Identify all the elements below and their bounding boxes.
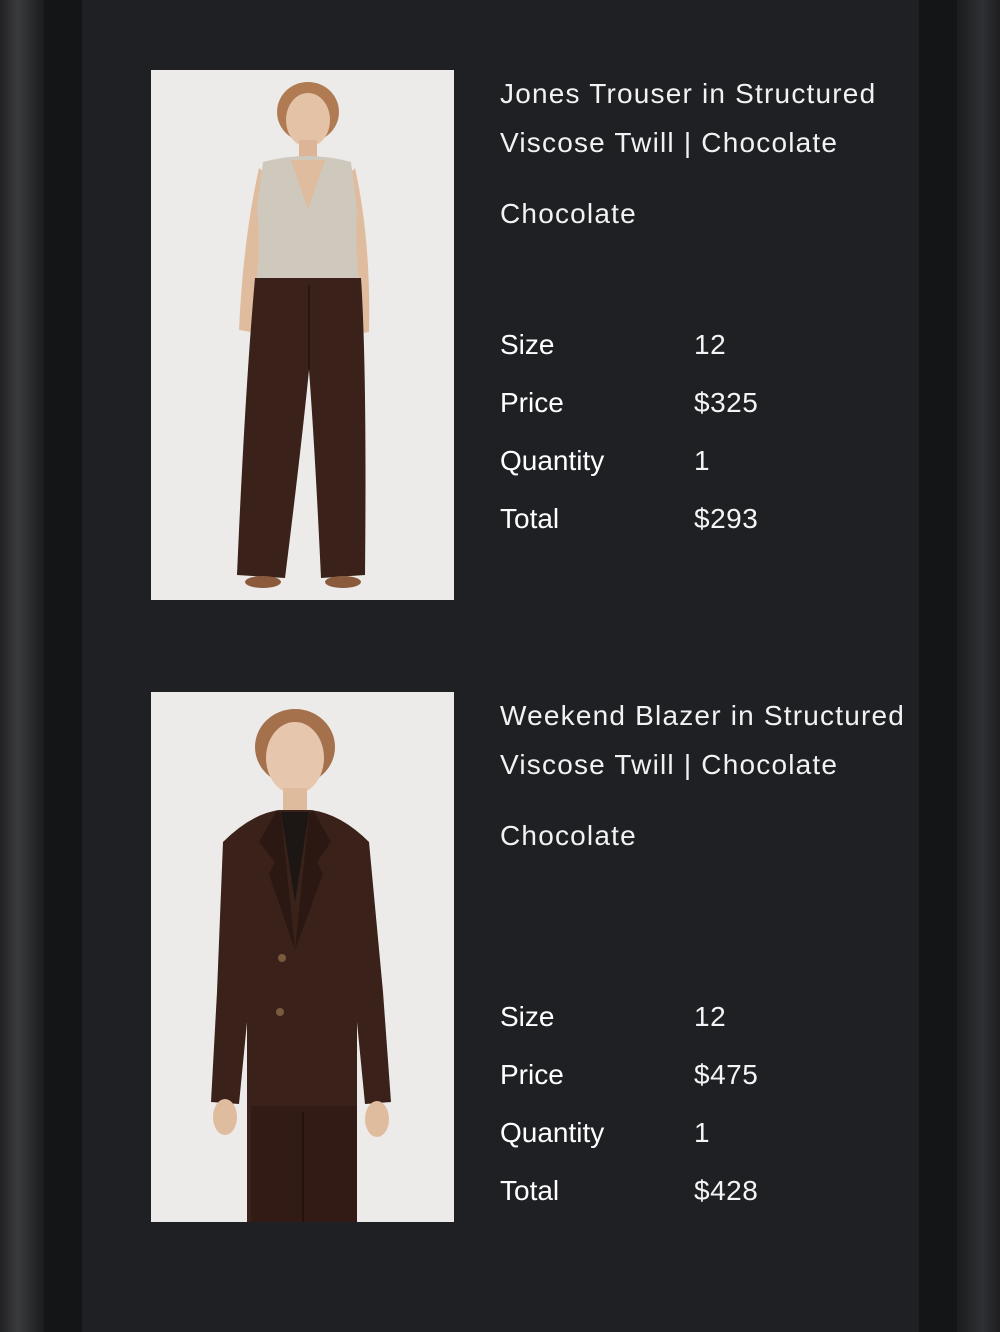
frame-right-edge (957, 0, 1000, 1332)
product-image[interactable] (151, 692, 454, 1222)
price-row: Price $475 (500, 1046, 900, 1104)
quantity-value: 1 (694, 1117, 711, 1148)
size-label: Size (500, 1001, 555, 1032)
item-info: Weekend Blazer in Structured Viscose Twi… (500, 692, 920, 860)
size-row: Size 12 (500, 988, 900, 1046)
item-details: Size 12 Price $325 Quantity 1 Total $293 (500, 316, 900, 548)
quantity-label: Quantity (500, 1117, 605, 1148)
cart-panel: Jones Trouser in Structured Viscose Twil… (82, 0, 919, 1332)
total-value: $293 (694, 503, 759, 534)
price-row: Price $325 (500, 374, 900, 432)
quantity-row: Quantity 1 (500, 1104, 900, 1162)
device-frame: Jones Trouser in Structured Viscose Twil… (0, 0, 1000, 1332)
total-row: Total $428 (500, 1162, 900, 1220)
product-title[interactable]: Jones Trouser in Structured Viscose Twil… (500, 69, 920, 167)
product-color: Chocolate (500, 198, 637, 229)
quantity-value: 1 (694, 445, 711, 476)
size-row: Size 12 (500, 316, 900, 374)
quantity-label: Quantity (500, 445, 605, 476)
total-label: Total (500, 503, 560, 534)
total-label: Total (500, 1175, 560, 1206)
quantity-row: Quantity 1 (500, 432, 900, 490)
size-value: 12 (694, 329, 727, 360)
frame-right-gutter (919, 0, 957, 1332)
item-info: Jones Trouser in Structured Viscose Twil… (500, 70, 920, 238)
item-details: Size 12 Price $475 Quantity 1 Total $428 (500, 988, 900, 1220)
size-label: Size (500, 329, 555, 360)
product-image[interactable] (151, 70, 454, 600)
trouser-model-illustration (151, 70, 454, 600)
price-label: Price (500, 1059, 564, 1090)
price-label: Price (500, 387, 564, 418)
blazer-model-illustration (151, 692, 454, 1222)
total-row: Total $293 (500, 490, 900, 548)
price-value: $475 (694, 1059, 759, 1090)
product-title[interactable]: Weekend Blazer in Structured Viscose Twi… (500, 691, 920, 789)
total-value: $428 (694, 1175, 759, 1206)
frame-left-gutter (44, 0, 82, 1332)
frame-left-edge (0, 0, 44, 1332)
product-color: Chocolate (500, 820, 637, 851)
size-value: 12 (694, 1001, 727, 1032)
price-value: $325 (694, 387, 759, 418)
